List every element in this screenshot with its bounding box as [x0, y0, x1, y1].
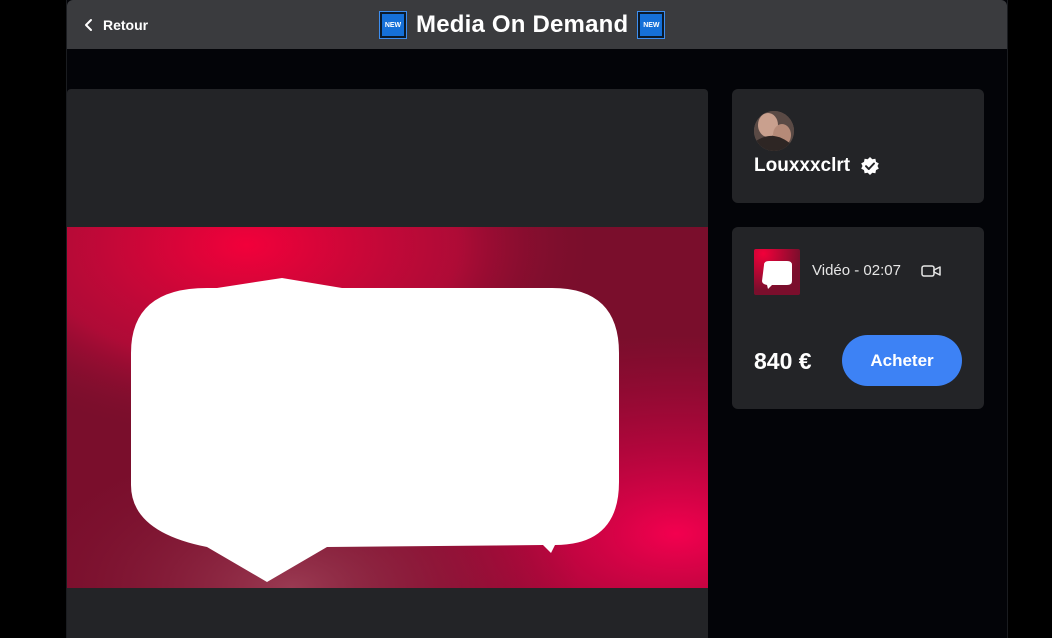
- media-preview-image[interactable]: [67, 227, 708, 588]
- back-label: Retour: [103, 17, 149, 33]
- media-thumbnail: [754, 249, 800, 295]
- page-title: Media On Demand: [416, 11, 629, 38]
- app-window: Retour NEW Media On Demand NEW Louxxxclr…: [66, 0, 1008, 638]
- buy-button[interactable]: Acheter: [842, 335, 962, 386]
- top-bar: Retour NEW Media On Demand NEW: [67, 0, 1007, 49]
- media-type-duration: Vidéo - 02:07: [812, 262, 901, 279]
- media-meta: Vidéo - 02:07: [812, 262, 941, 279]
- back-button[interactable]: Retour: [83, 15, 148, 35]
- creator-name-row: Louxxxclrt: [754, 155, 880, 177]
- media-preview-panel: [67, 89, 708, 638]
- creator-name[interactable]: Louxxxclrt: [754, 155, 850, 177]
- page-title-group: NEW Media On Demand NEW: [379, 11, 666, 39]
- avatar[interactable]: [754, 111, 794, 151]
- verified-badge-icon: [861, 157, 879, 175]
- creator-card: Louxxxclrt: [732, 89, 984, 203]
- video-camera-icon: [921, 264, 941, 277]
- new-badge-right: NEW: [637, 11, 666, 39]
- price: 840 €: [754, 348, 812, 374]
- chat-bubble-icon: [67, 227, 708, 588]
- chevron-left-icon: [85, 19, 92, 31]
- new-badge-left: NEW: [379, 11, 407, 39]
- purchase-card: Vidéo - 02:07 840 € Acheter: [732, 227, 984, 409]
